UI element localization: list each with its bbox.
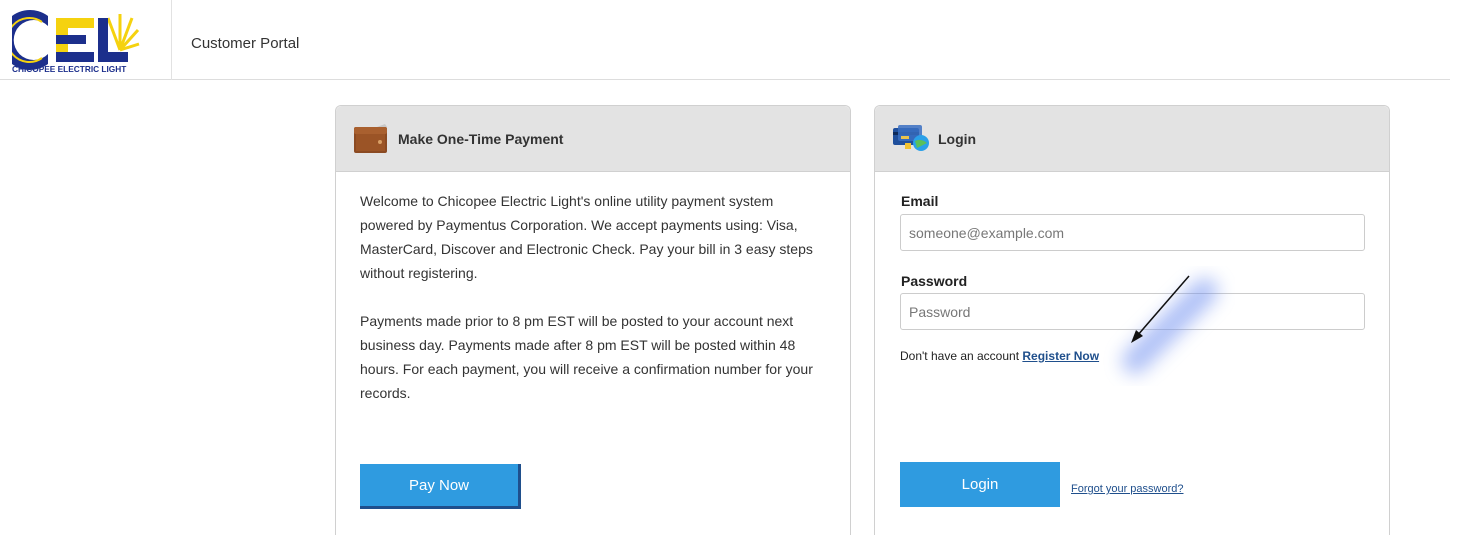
portal-title: Customer Portal: [191, 35, 300, 52]
site-header: CHICOPEE ELECTRIC LIGHT Customer Portal: [0, 0, 1450, 80]
email-field[interactable]: [900, 214, 1365, 251]
password-label: Password: [901, 273, 968, 289]
payment-panel-title: Make One-Time Payment: [398, 131, 564, 147]
login-panel-title: Login: [938, 131, 977, 147]
wallet-icon: [354, 124, 387, 153]
pay-now-button[interactable]: Pay Now: [360, 464, 521, 509]
register-prompt: Don't have an account Register Now: [900, 349, 1099, 363]
logo-letter-c: [12, 10, 48, 70]
payment-panel-heading: Make One-Time Payment: [336, 106, 850, 172]
email-label: Email: [901, 193, 939, 209]
register-now-link[interactable]: Register Now: [1022, 349, 1099, 363]
sun-rays: [106, 14, 140, 52]
register-prompt-text: Don't have an account: [900, 349, 1020, 363]
login-button[interactable]: Login: [900, 462, 1060, 507]
header-divider: [171, 0, 172, 80]
forgot-password-link[interactable]: Forgot your password?: [1071, 483, 1184, 495]
logo-caption: CHICOPEE ELECTRIC LIGHT: [12, 64, 126, 74]
payment-posting-info-text: Payments made prior to 8 pm EST will be …: [360, 313, 813, 401]
credit-card-globe-icon: [893, 125, 929, 151]
chicopee-electric-light-logo[interactable]: CHICOPEE ELECTRIC LIGHT: [12, 8, 140, 74]
one-time-payment-panel: Make One-Time Payment Welcome to Chicope…: [335, 105, 851, 535]
payment-intro-text: Welcome to Chicopee Electric Light's onl…: [360, 193, 813, 281]
login-panel: Login Email Password Don't have an accou…: [874, 105, 1390, 535]
password-field[interactable]: [900, 293, 1365, 330]
login-panel-heading: Login: [875, 106, 1389, 172]
